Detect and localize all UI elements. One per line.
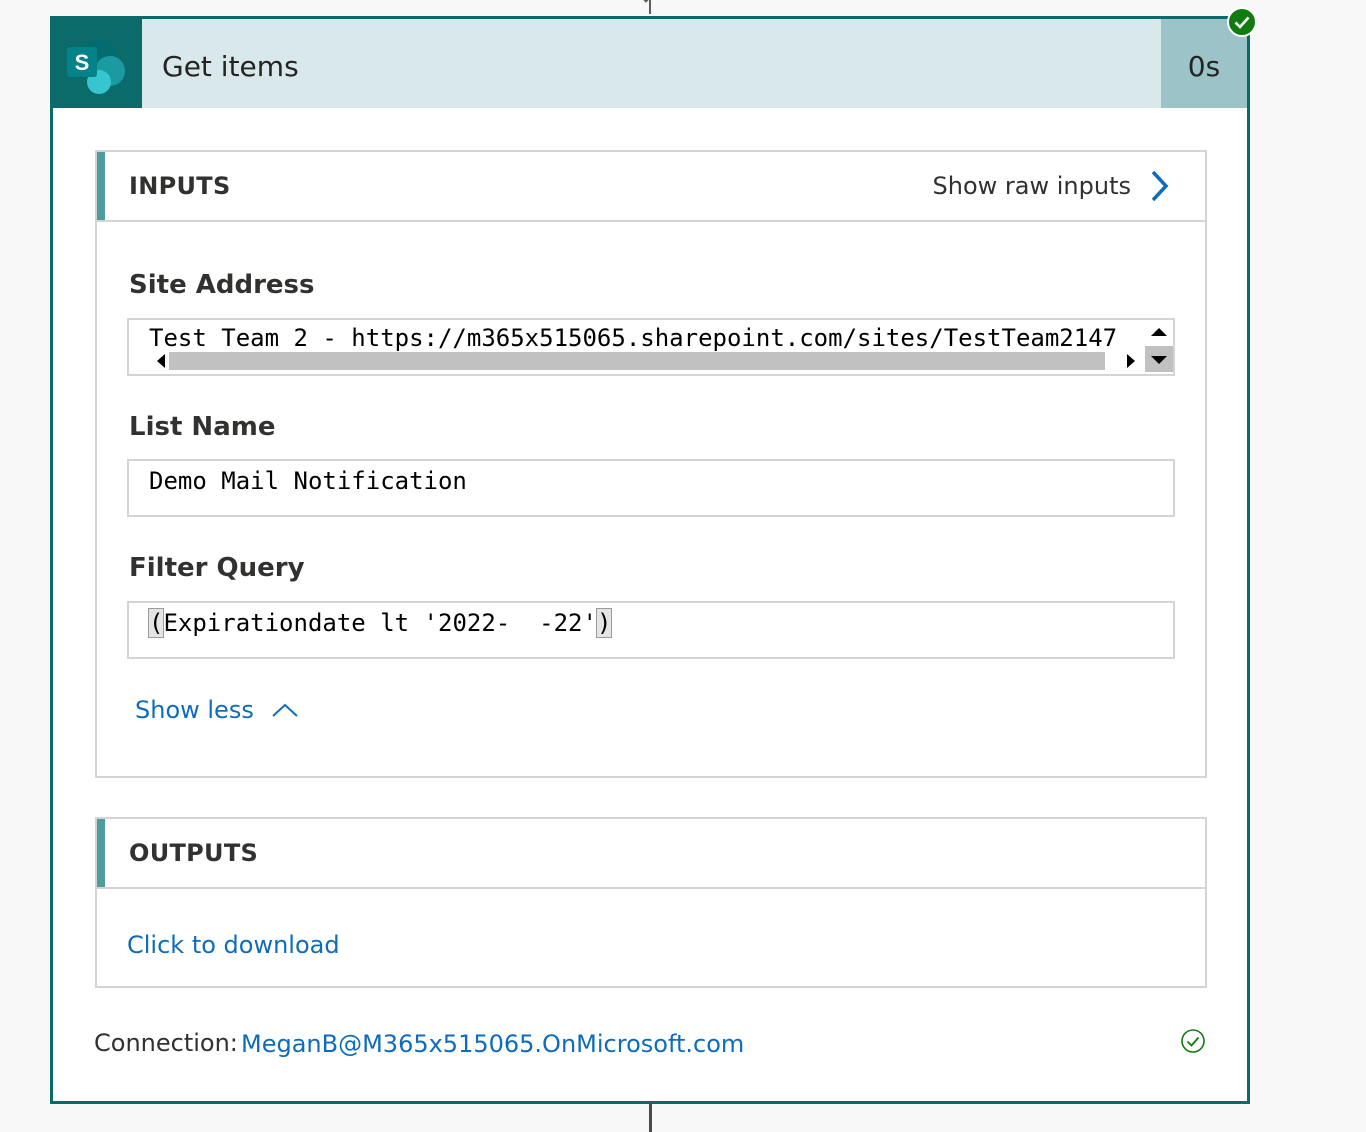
check-circle-icon	[1227, 7, 1257, 37]
action-header[interactable]: S Get items 0s	[53, 19, 1247, 108]
horizontal-scrollbar[interactable]	[169, 352, 1105, 370]
connection-account-link[interactable]: MeganB@M365x515065.OnMicrosoft.com	[241, 1030, 744, 1058]
list-name-field[interactable]: Demo Mail Notification	[127, 459, 1175, 517]
scroll-right-arrow-icon[interactable]	[1125, 353, 1137, 369]
action-title: Get items	[162, 50, 299, 83]
inputs-heading: INPUTS	[129, 172, 231, 200]
outputs-heading: OUTPUTS	[129, 839, 259, 867]
filter-query-expression: Expirationdate lt '2022- -22'	[163, 609, 597, 637]
sharepoint-icon: S	[53, 19, 142, 108]
connection-label: Connection:	[94, 1029, 238, 1057]
site-address-field[interactable]: Test Team 2 - https://m365x515065.sharep…	[127, 318, 1175, 376]
chevron-right-icon	[1151, 170, 1169, 202]
paren-open: (	[147, 608, 165, 638]
section-accent-bar	[97, 152, 105, 220]
filter-query-label: Filter Query	[129, 553, 305, 583]
filter-query-value: (Expirationdate lt '2022- -22')	[147, 608, 613, 638]
show-less-toggle[interactable]: Show less	[135, 696, 298, 724]
caret-down-icon	[1151, 356, 1167, 364]
filter-query-field[interactable]: (Expirationdate lt '2022- -22')	[127, 601, 1175, 659]
show-less-label: Show less	[135, 696, 254, 724]
site-address-value: Test Team 2 - https://m365x515065.sharep…	[149, 324, 1118, 352]
download-outputs-link[interactable]: Click to download	[127, 931, 340, 959]
site-address-label: Site Address	[129, 270, 315, 300]
down-arrow-icon	[643, 0, 649, 3]
scroll-down-button[interactable]	[1145, 346, 1173, 372]
outputs-header: OUTPUTS	[97, 819, 1205, 889]
connection-check-icon	[1181, 1029, 1205, 1053]
paren-close: )	[595, 608, 613, 638]
show-raw-inputs-link[interactable]: Show raw inputs	[933, 152, 1171, 220]
list-name-value: Demo Mail Notification	[149, 467, 467, 495]
inputs-header: INPUTS Show raw inputs	[97, 152, 1205, 222]
sharepoint-icon-letter: S	[75, 50, 90, 75]
scroll-left-arrow-icon[interactable]	[155, 353, 167, 369]
list-name-label: List Name	[129, 412, 276, 442]
show-raw-inputs-label: Show raw inputs	[932, 172, 1131, 200]
caret-up-icon	[1151, 328, 1167, 336]
chevron-up-icon	[272, 703, 298, 717]
action-card: S Get items 0s INPUTS Show raw inputs Si…	[50, 7, 1257, 1104]
section-accent-bar	[97, 819, 105, 887]
scroll-up-button[interactable]	[1145, 320, 1173, 344]
inputs-section: INPUTS Show raw inputs Site Address Test…	[95, 150, 1207, 778]
flow-connector-bottom	[649, 1102, 652, 1132]
outputs-section: OUTPUTS Click to download	[95, 817, 1207, 988]
